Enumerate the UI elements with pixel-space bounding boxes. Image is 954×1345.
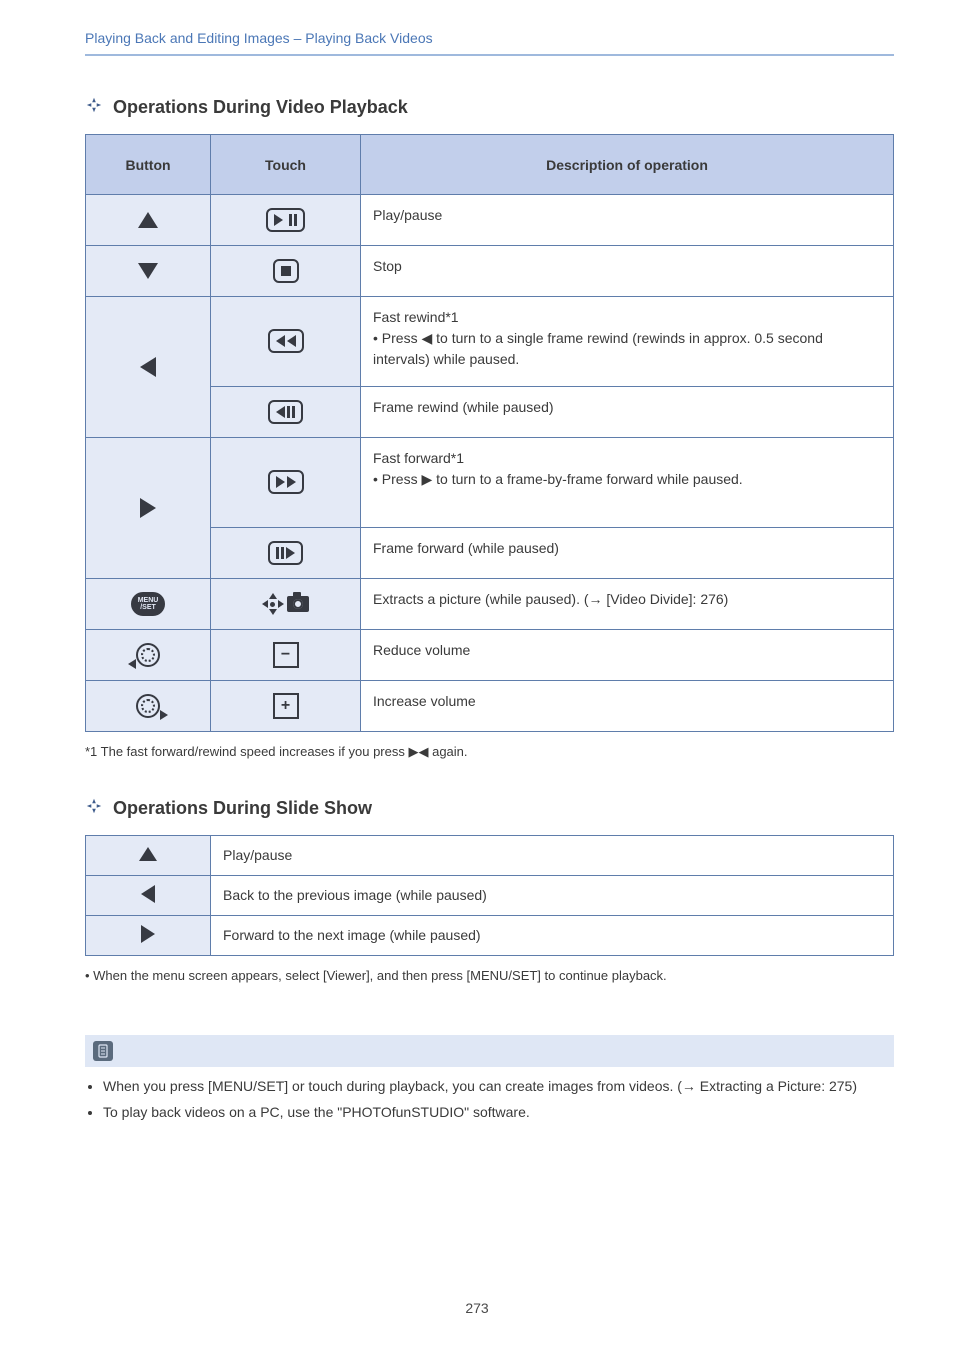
dial-cw-icon (136, 694, 160, 718)
desc-cell: Forward to the next image (while paused) (211, 915, 894, 955)
diamond-bullet-icon (85, 797, 103, 820)
footnote: *1 The fast forward/rewind speed increas… (85, 742, 894, 762)
note-box: When you press [MENU/SET] or touch durin… (85, 1035, 894, 1124)
desc-cell: Increase volume (361, 681, 894, 732)
plus-icon: + (273, 693, 299, 719)
table-row: + Increase volume (86, 681, 894, 732)
desc-cell: Reduce volume (361, 630, 894, 681)
section-title: Operations During Video Playback (113, 97, 408, 118)
fast-rewind-icon (268, 329, 304, 353)
desc-cell: Stop (361, 246, 894, 297)
left-arrow-icon (141, 885, 155, 903)
down-arrow-icon (138, 263, 158, 279)
desc-cell: Frame rewind (while paused) (361, 386, 894, 437)
desc-cell: Back to the previous image (while paused… (211, 875, 894, 915)
video-playback-operations-table: Button Touch Description of operation Pl… (85, 134, 894, 732)
right-arrow-icon (141, 925, 155, 943)
diamond-bullet-icon (85, 96, 103, 119)
frame-rewind-icon (268, 400, 303, 424)
up-arrow-icon (139, 847, 157, 861)
right-arrow-icon (140, 498, 156, 518)
footnote: • When the menu screen appears, select [… (85, 966, 894, 986)
col-header-button: Button (86, 135, 211, 195)
table-row: Play/pause (86, 835, 894, 875)
table-row: Stop (86, 246, 894, 297)
table-row: Forward to the next image (while paused) (86, 915, 894, 955)
stop-icon (273, 259, 299, 283)
desc-cell: Play/pause (361, 195, 894, 246)
desc-cell: Fast rewind*1 • Press ◀ to turn to a sin… (361, 297, 894, 387)
fast-forward-icon (268, 470, 304, 494)
dial-ccw-icon (136, 643, 160, 667)
divider (85, 54, 894, 56)
page-number: 273 (0, 1300, 954, 1316)
note-icon (93, 1041, 113, 1061)
table-row: − Reduce volume (86, 630, 894, 681)
desc-cell: Fast forward*1 • Press ▶ to turn to a fr… (361, 438, 894, 528)
note-item: When you press [MENU/SET] or touch durin… (103, 1075, 894, 1097)
left-arrow-icon (140, 357, 156, 377)
breadcrumb: Playing Back and Editing Images – Playin… (85, 30, 894, 46)
play-pause-icon (266, 208, 305, 232)
slide-show-operations-table: Play/pause Back to the previous image (w… (85, 835, 894, 956)
frame-forward-icon (268, 541, 303, 565)
note-item: To play back videos on a PC, use the "PH… (103, 1101, 894, 1123)
menu-set-icon: MENU/SET (131, 592, 165, 616)
table-row: Play/pause (86, 195, 894, 246)
col-header-touch: Touch (211, 135, 361, 195)
desc-cell: Play/pause (211, 835, 894, 875)
section-title: Operations During Slide Show (113, 798, 372, 819)
extract-picture-icon (263, 594, 309, 614)
table-row: MENU/SET Extracts a picture (while pause… (86, 579, 894, 630)
table-row: Fast rewind*1 • Press ◀ to turn to a sin… (86, 297, 894, 387)
table-row: Fast forward*1 • Press ▶ to turn to a fr… (86, 438, 894, 528)
up-arrow-icon (138, 212, 158, 228)
table-row: Back to the previous image (while paused… (86, 875, 894, 915)
col-header-desc: Description of operation (361, 135, 894, 195)
minus-icon: − (273, 642, 299, 668)
desc-cell: Frame forward (while paused) (361, 527, 894, 578)
desc-cell: Extracts a picture (while paused). (→ [V… (361, 579, 894, 630)
